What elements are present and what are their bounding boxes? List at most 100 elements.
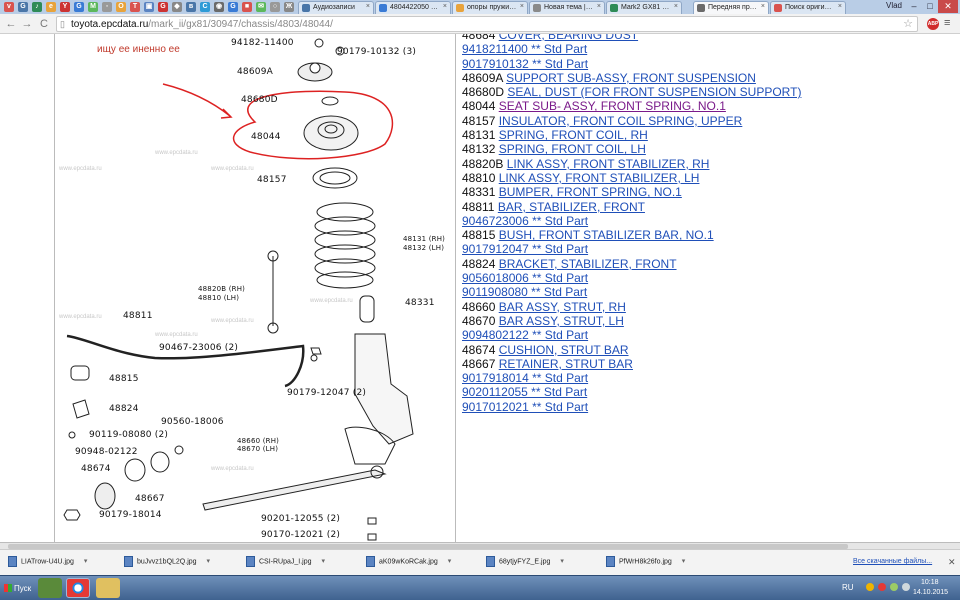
part-description-link[interactable]: INSULATOR, FRONT COIL SPRING, UPPER	[499, 114, 743, 128]
part-label[interactable]: 48331	[405, 298, 435, 308]
part-label[interactable]: 48660 (RH)	[237, 437, 279, 445]
tab-item[interactable]: Аудиозаписи ×	[298, 1, 374, 14]
part-label[interactable]: 48609A	[237, 67, 273, 77]
tab-item[interactable]: Mark2 GX81 Оперр ×	[606, 1, 682, 14]
part-description-link[interactable]: 9017912047 ** Std Part	[462, 242, 588, 256]
clock-time[interactable]: 10:18	[921, 579, 939, 586]
profile-name[interactable]: Vlad	[886, 1, 902, 10]
minimize-button[interactable]: –	[906, 0, 922, 13]
part-label[interactable]: 48811	[123, 311, 153, 321]
close-icon[interactable]: ✕	[948, 557, 956, 568]
part-description-link[interactable]: 9418211400 ** Std Part	[462, 42, 587, 56]
close-icon[interactable]: ×	[761, 3, 765, 10]
chevron-down-icon[interactable]: ▾	[682, 558, 686, 565]
part-label[interactable]: 90201-12055 (2)	[261, 514, 340, 524]
part-label[interactable]: 48674	[81, 464, 111, 474]
part-label[interactable]: 48810 (LH)	[198, 294, 239, 302]
download-item[interactable]: buJvvz1bQL2Q.jpg ▾	[124, 556, 210, 572]
download-item[interactable]: 68ytjyFYZ_E.jpg ▾	[486, 556, 564, 572]
part-description-link[interactable]: 9017918014 ** Std Part	[462, 371, 588, 385]
pinned-tab-icon[interactable]: G	[228, 2, 238, 12]
horizontal-scrollbar[interactable]	[0, 543, 960, 550]
part-label[interactable]: 90467-23006 (2)	[159, 343, 238, 353]
chrome-icon[interactable]	[66, 578, 90, 598]
part-label[interactable]: 48157	[257, 175, 287, 185]
close-icon[interactable]: ×	[443, 3, 447, 10]
pinned-tab-icon[interactable]: ○	[270, 2, 280, 12]
part-label[interactable]: 48132 (LH)	[403, 244, 444, 252]
part-description-link[interactable]: SPRING, FRONT COIL, LH	[499, 142, 646, 156]
tray-icon[interactable]	[890, 583, 898, 591]
part-description-link[interactable]: RETAINER, STRUT BAR	[499, 357, 633, 371]
download-item[interactable]: LIATrow-U4U.jpg ▾	[8, 556, 87, 572]
chevron-down-icon[interactable]: ▾	[84, 558, 88, 565]
part-description-link[interactable]: COVER, BEARING DUST	[499, 34, 638, 42]
pinned-tab-icon[interactable]: ◦	[102, 2, 112, 12]
pinned-tab-icon[interactable]: ◉	[214, 2, 224, 12]
part-label[interactable]: 90179-12047 (2)	[287, 388, 366, 398]
pinned-tab-icon[interactable]: C	[200, 2, 210, 12]
pinned-tab-icon[interactable]: Ж	[284, 2, 294, 12]
tab-item[interactable]: Новая тема | 32X ×	[529, 1, 605, 14]
pinned-tab-icon[interactable]: в	[186, 2, 196, 12]
part-label[interactable]: 48131 (RH)	[403, 235, 445, 243]
part-label[interactable]: 90948-02122	[75, 447, 138, 457]
part-label[interactable]: 48680D	[241, 95, 278, 105]
tab-item[interactable]: 4804422050 — 3 ×	[375, 1, 451, 14]
part-label[interactable]: 48667	[135, 494, 165, 504]
part-description-link[interactable]: BUSH, FRONT STABILIZER BAR, NO.1	[499, 228, 714, 242]
bookmark-star-icon[interactable]: ☆	[903, 17, 913, 30]
part-description-link[interactable]: BUMPER, FRONT SPRING, NO.1	[499, 185, 682, 199]
chevron-down-icon[interactable]: ▾	[448, 558, 452, 565]
app-icon[interactable]	[38, 578, 62, 598]
part-description-link[interactable]: LINK ASSY, FRONT STABILIZER, LH	[499, 171, 700, 185]
pinned-tab-icon[interactable]: M	[88, 2, 98, 12]
close-window-button[interactable]: ✕	[938, 0, 958, 13]
part-description-link[interactable]: 9011908080 ** Std Part	[462, 285, 587, 299]
pinned-tab-icon[interactable]: Y	[60, 2, 70, 12]
address-bar[interactable]: ▯ toyota.epcdata.ru/mark_ii/gx81/30947/c…	[56, 16, 918, 32]
close-icon[interactable]: ×	[674, 3, 678, 10]
pinned-tab-icon[interactable]: ♪	[32, 2, 42, 12]
chevron-down-icon[interactable]: ▾	[322, 558, 326, 565]
pinned-tab-icon[interactable]: v	[4, 2, 14, 12]
pinned-tab-icon[interactable]: T	[130, 2, 140, 12]
part-description-link[interactable]: 9056018006 ** Std Part	[462, 271, 588, 285]
part-label[interactable]: 48044	[251, 132, 281, 142]
forward-button[interactable]: →	[20, 17, 34, 31]
part-description-link[interactable]: CUSHION, STRUT BAR	[499, 343, 629, 357]
download-item[interactable]: aK09wKoRCak.jpg ▾	[366, 556, 451, 572]
close-icon[interactable]: ×	[838, 3, 842, 10]
part-description-link[interactable]: LINK ASSY, FRONT STABILIZER, RH	[507, 157, 710, 171]
part-label[interactable]: 94182-11400	[231, 38, 294, 48]
tray-icon[interactable]	[878, 583, 886, 591]
folder-icon[interactable]	[96, 578, 120, 598]
part-label[interactable]: 90170-12021 (2)	[261, 530, 340, 540]
part-description-link[interactable]: SEAL, DUST (FOR FRONT SUSPENSION SUPPORT…	[507, 85, 801, 99]
part-label[interactable]: 90119-08080 (2)	[89, 430, 168, 440]
tab-item[interactable]: Поиск оригинальн ×	[770, 1, 846, 14]
part-description-link[interactable]: 9046723006 ** Std Part	[462, 214, 588, 228]
part-description-link[interactable]: BRACKET, STABILIZER, FRONT	[499, 257, 677, 271]
part-label[interactable]: 90179-10132 (3)	[337, 47, 416, 57]
part-description-link[interactable]: 9017910132 ** Std Part	[462, 57, 588, 71]
start-button[interactable]: Пуск	[2, 579, 36, 598]
pinned-tab-icon[interactable]: O	[116, 2, 126, 12]
part-label[interactable]: 90560-18006	[161, 417, 224, 427]
speaker-icon[interactable]	[902, 583, 910, 591]
tab-item[interactable]: опоры пружин на ×	[452, 1, 528, 14]
tray-icon[interactable]	[866, 583, 874, 591]
part-label[interactable]: 48820B (RH)	[198, 285, 245, 293]
part-description-link[interactable]: SPRING, FRONT COIL, RH	[499, 128, 648, 142]
pinned-tab-icon[interactable]: ▣	[144, 2, 154, 12]
pinned-tab-icon[interactable]: G	[18, 2, 28, 12]
back-button[interactable]: ←	[4, 17, 18, 31]
pinned-tab-icon[interactable]: G	[74, 2, 84, 12]
part-label[interactable]: 48815	[109, 374, 139, 384]
part-description-link[interactable]: 9020112055 ** Std Part	[462, 385, 587, 399]
pinned-tab-icon[interactable]: ◆	[172, 2, 182, 12]
close-icon[interactable]: ×	[597, 3, 601, 10]
part-description-link[interactable]: BAR, STABILIZER, FRONT	[498, 200, 645, 214]
pinned-tab-icon[interactable]: ✉	[256, 2, 266, 12]
chevron-down-icon[interactable]: ▾	[560, 558, 564, 565]
